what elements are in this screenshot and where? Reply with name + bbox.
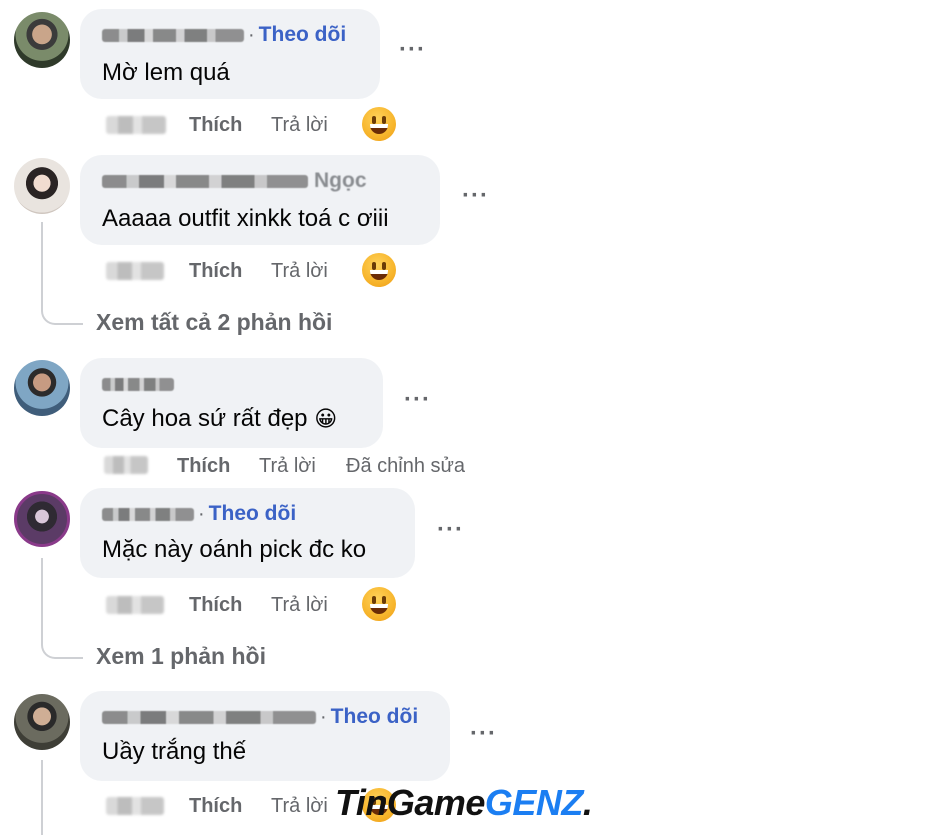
blurred-name [102,174,308,188]
avatar[interactable] [14,491,70,547]
blurred-name [102,507,194,521]
reply-button[interactable]: Trả lời [259,455,316,478]
comment-bubble: Cây hoa sứ rất đẹp 😀 [80,358,383,448]
watermark-dot: . [582,782,593,823]
comment-author[interactable]: · Theo dõi [102,23,346,47]
comment-author[interactable]: Ngọc [102,169,367,193]
grinning-face-icon[interactable] [362,107,396,141]
thread-connector [41,634,83,659]
comment-bubble: · Theo dõi Mặc này oánh pick đc ko [80,488,415,578]
view-replies-link[interactable]: Xem tất cả 2 phản hồi [96,309,332,336]
reply-button[interactable]: Trả lời [271,795,328,818]
separator-dot: · [320,705,327,728]
thread-line [41,760,43,835]
thread-line [41,558,43,636]
view-replies-link[interactable]: Xem 1 phản hồi [96,643,266,670]
avatar[interactable] [14,360,70,416]
edited-label: Đã chỉnh sửa [346,455,466,477]
grinning-face-icon[interactable] [362,587,396,621]
like-button[interactable]: Thích [189,260,242,283]
reply-button[interactable]: Trả lời [271,594,328,617]
comment-timestamp[interactable] [106,116,166,134]
separator-dot: · [198,502,205,525]
watermark-part-2: GENZ [484,782,584,823]
more-options-button[interactable]: ··· [404,386,431,414]
comment-timestamp[interactable] [106,797,164,815]
comment-author[interactable]: · Theo dõi [102,705,418,729]
reply-button[interactable]: Trả lời [271,114,328,137]
watermark-logo: TinGameGENZ. [335,782,593,824]
blurred-name [102,710,316,724]
comment-text: Mặc này oánh pick đc ko [102,536,367,563]
comment-bubble: Ngọc Aaaaa outfit xinkk toá c ơiii [80,155,440,245]
follow-link[interactable]: Theo dõi [259,23,347,47]
reply-button[interactable]: Trả lời [271,260,328,283]
grinning-face-icon[interactable] [362,253,396,287]
thread-line [41,222,43,302]
like-button[interactable]: Thích [189,114,242,137]
author-name-fragment: Ngọc [314,169,367,192]
comment-timestamp[interactable] [104,456,148,474]
blurred-name [102,28,244,42]
avatar[interactable] [14,158,70,214]
more-options-button[interactable]: ··· [399,36,426,64]
comment-text: Cây hoa sứ rất đẹp 😀 [102,405,338,432]
thread-connector [41,300,83,325]
comment-bubble: · Theo dõi Uầy trắng thế [80,691,450,781]
watermark-part-1: TinGame [335,782,485,823]
comment-text: Aaaaa outfit xinkk toá c ơiii [102,205,389,232]
separator-dot: · [248,23,255,46]
blurred-name [102,377,174,391]
comment-bubble: · Theo dõi Mờ lem quá [80,9,380,99]
like-button[interactable]: Thích [189,594,242,617]
comment-timestamp[interactable] [106,596,164,614]
comment-author[interactable] [102,372,174,396]
like-button[interactable]: Thích [189,795,242,818]
avatar[interactable] [14,12,70,68]
more-options-button[interactable]: ··· [462,182,489,210]
like-button[interactable]: Thích [177,455,230,478]
more-options-button[interactable]: ··· [437,516,464,544]
follow-link[interactable]: Theo dõi [209,502,297,526]
follow-link[interactable]: Theo dõi [331,705,419,729]
comment-timestamp[interactable] [106,262,164,280]
comment-text: Uầy trắng thế [102,738,247,765]
comment-author[interactable]: · Theo dõi [102,502,296,526]
avatar[interactable] [14,694,70,750]
grinning-emoji-icon: 😀 [314,406,338,431]
more-options-button[interactable]: ··· [470,720,497,748]
comment-text: Mờ lem quá [102,59,230,86]
